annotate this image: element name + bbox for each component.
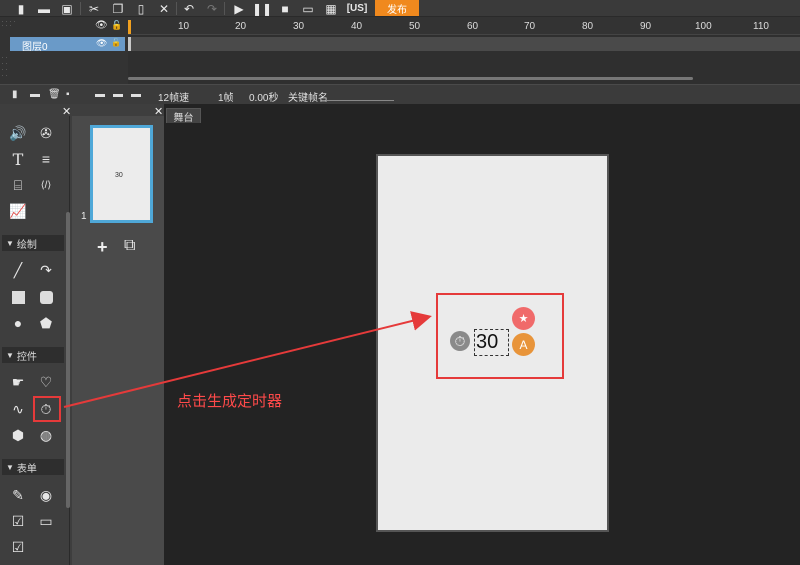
callout-text: 点击生成定时器 [177,392,283,410]
callout-arrow [63,311,432,408]
